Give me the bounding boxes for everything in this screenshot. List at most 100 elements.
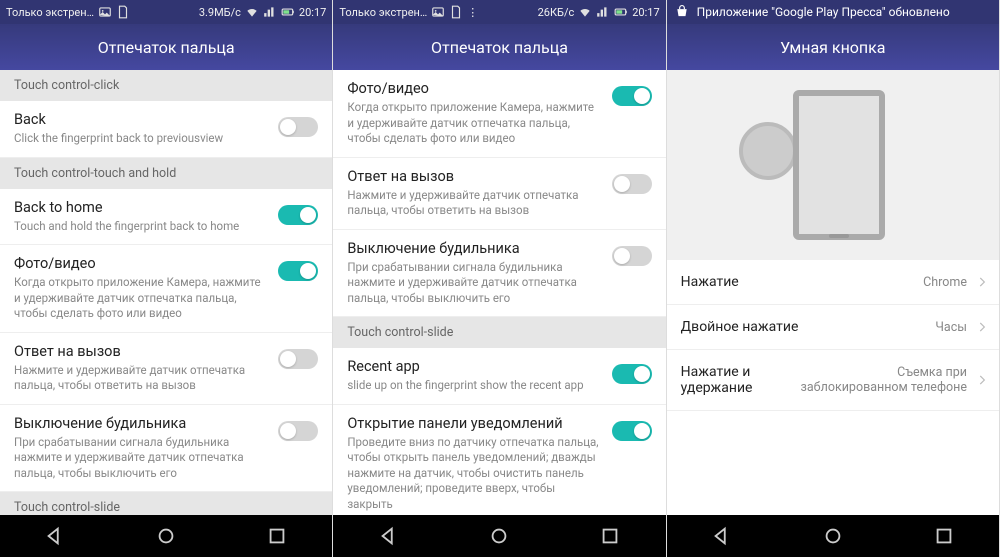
- toggle-switch[interactable]: [612, 86, 652, 106]
- more-dots: ⋮: [467, 6, 478, 19]
- section-header: Touch control-touch and hold: [0, 158, 332, 189]
- toggle-switch[interactable]: [278, 421, 318, 441]
- setting-description: Проведите вниз по датчику отпечатка паль…: [347, 435, 601, 513]
- system-navbar: [333, 515, 665, 557]
- nav-label: Нажатие и удержание: [681, 364, 786, 396]
- setting-row[interactable]: Ответ на вызов Нажмите и удерживайте датч…: [333, 158, 665, 230]
- wifi-icon: [245, 5, 259, 19]
- sd-card-icon: [449, 5, 463, 19]
- signal-icon: [596, 5, 610, 19]
- setting-title: Back to home: [14, 199, 268, 216]
- setting-description: Нажмите и удерживайте датчик отпечатка п…: [347, 188, 601, 219]
- setting-row[interactable]: Выключение будильника При срабатывании си…: [0, 405, 332, 493]
- smart-button-content: Нажатие Chrome Двойное нажатие Часы Нажатие …: [667, 70, 999, 515]
- chevron-right-icon: [975, 373, 989, 387]
- nav-row[interactable]: Нажатие и удержание Съемка при заблокиров…: [667, 350, 999, 411]
- nav-value: Часы: [935, 320, 967, 335]
- setting-description: Touch and hold the fingerprint back to h…: [14, 219, 268, 235]
- chevron-right-icon: [975, 275, 989, 289]
- status-bar: Только экстрен… 3.9МБ/с 20:17: [0, 0, 332, 24]
- setting-title: Ответ на вызов: [14, 343, 268, 360]
- back-nav-icon[interactable]: [378, 525, 400, 547]
- toggle-switch[interactable]: [278, 117, 318, 137]
- recent-nav-icon[interactable]: [266, 525, 288, 547]
- setting-row[interactable]: Открытие панели уведомлений Проведите вни…: [333, 405, 665, 515]
- toggle-switch[interactable]: [612, 421, 652, 441]
- setting-description: slide up on the fingerprint show the rec…: [347, 378, 601, 394]
- toggle-switch[interactable]: [612, 364, 652, 384]
- clock-text: 20:17: [299, 6, 326, 19]
- setting-row[interactable]: Ответ на вызов Нажмите и удерживайте датч…: [0, 333, 332, 405]
- section-header: Touch control-click: [0, 70, 332, 101]
- notification-text: Приложение "Google Play Пресса" обновлен…: [697, 5, 950, 19]
- network-speed: 26КБ/с: [538, 6, 575, 19]
- image-icon: [431, 5, 445, 19]
- toggle-switch[interactable]: [278, 205, 318, 225]
- home-nav-icon[interactable]: [822, 525, 844, 547]
- back-nav-icon[interactable]: [44, 525, 66, 547]
- status-left-text: Только экстрен…: [339, 6, 427, 19]
- screen-title: Отпечаток пальца: [0, 24, 332, 70]
- toggle-switch[interactable]: [278, 349, 318, 369]
- settings-list[interactable]: Фото/видео Когда открыто приложение Камер…: [333, 70, 665, 515]
- home-nav-icon[interactable]: [488, 525, 510, 547]
- setting-title: Back: [14, 111, 268, 128]
- nav-row[interactable]: Двойное нажатие Часы: [667, 305, 999, 350]
- section-header: Touch control-slide: [333, 317, 665, 348]
- status-bar: Только экстрен… ⋮ 26КБ/с 20:17: [333, 0, 665, 24]
- store-icon: [675, 5, 689, 19]
- setting-row[interactable]: Выключение будильника При срабатывании си…: [333, 230, 665, 318]
- setting-description: Click the fingerprint back to previousvi…: [14, 131, 268, 147]
- setting-row[interactable]: Фото/видео Когда открыто приложение Камер…: [0, 245, 332, 333]
- network-speed: 3.9МБ/с: [199, 6, 241, 19]
- nav-label: Нажатие: [681, 274, 739, 290]
- nav-value: Съемка при заблокированном телефоне: [794, 365, 967, 395]
- recent-nav-icon[interactable]: [933, 525, 955, 547]
- setting-description: При срабатывании сигнала будильника нажм…: [347, 260, 601, 307]
- recent-nav-icon[interactable]: [599, 525, 621, 547]
- sd-card-icon: [116, 5, 130, 19]
- system-navbar: [667, 515, 999, 557]
- setting-description: Когда открыто приложение Камера, нажмите…: [14, 275, 268, 322]
- toggle-switch[interactable]: [612, 174, 652, 194]
- device-illustration: [667, 70, 999, 260]
- image-icon: [98, 5, 112, 19]
- battery-icon: [281, 5, 295, 19]
- section-header: Touch control-slide: [0, 492, 332, 515]
- status-notification[interactable]: Приложение "Google Play Пресса" обновлен…: [667, 0, 999, 24]
- setting-row[interactable]: Recent app slide up on the fingerprint sh…: [333, 348, 665, 405]
- setting-description: При срабатывании сигнала будильника нажм…: [14, 435, 268, 482]
- chevron-right-icon: [975, 320, 989, 334]
- nav-label: Двойное нажатие: [681, 319, 799, 335]
- home-nav-icon[interactable]: [155, 525, 177, 547]
- setting-title: Recent app: [347, 358, 601, 375]
- status-left-text: Только экстрен…: [6, 6, 94, 19]
- setting-title: Ответ на вызов: [347, 168, 601, 185]
- setting-title: Фото/видео: [347, 80, 601, 97]
- setting-title: Открытие панели уведомлений: [347, 415, 601, 432]
- toggle-switch[interactable]: [278, 261, 318, 281]
- clock-text: 20:17: [632, 6, 659, 19]
- nav-row[interactable]: Нажатие Chrome: [667, 260, 999, 305]
- setting-row[interactable]: Back Click the fingerprint back to previo…: [0, 101, 332, 158]
- screen-title: Отпечаток пальца: [333, 24, 665, 70]
- setting-row[interactable]: Фото/видео Когда открыто приложение Камер…: [333, 70, 665, 158]
- setting-title: Выключение будильника: [14, 415, 268, 432]
- nav-value: Chrome: [923, 275, 967, 290]
- screen-title: Умная кнопка: [667, 24, 999, 70]
- toggle-switch[interactable]: [612, 246, 652, 266]
- battery-icon: [614, 5, 628, 19]
- phone-screen-3: Приложение "Google Play Пресса" обновлен…: [667, 0, 1000, 557]
- phone-screen-1: Только экстрен… 3.9МБ/с 20:17 Отпечаток …: [0, 0, 333, 557]
- setting-title: Фото/видео: [14, 255, 268, 272]
- setting-description: Когда открыто приложение Камера, нажмите…: [347, 100, 601, 147]
- wifi-icon: [578, 5, 592, 19]
- system-navbar: [0, 515, 332, 557]
- signal-icon: [263, 5, 277, 19]
- back-nav-icon[interactable]: [711, 525, 733, 547]
- setting-row[interactable]: Back to home Touch and hold the fingerpri…: [0, 189, 332, 246]
- setting-title: Выключение будильника: [347, 240, 601, 257]
- settings-list[interactable]: Touch control-click Back Click the fingerp…: [0, 70, 332, 515]
- phone-screen-2: Только экстрен… ⋮ 26КБ/с 20:17 Отпечаток…: [333, 0, 666, 557]
- setting-description: Нажмите и удерживайте датчик отпечатка п…: [14, 363, 268, 394]
